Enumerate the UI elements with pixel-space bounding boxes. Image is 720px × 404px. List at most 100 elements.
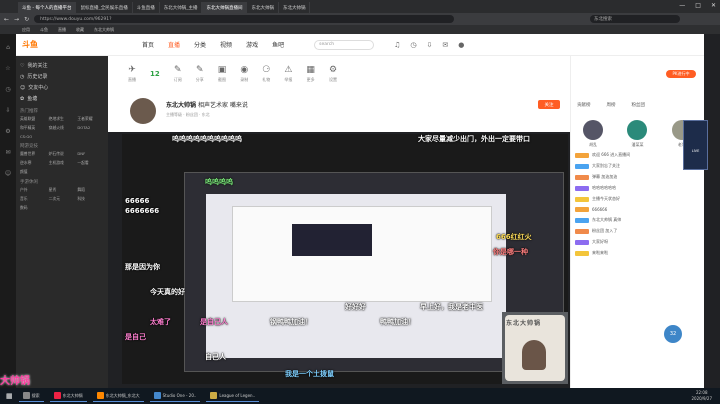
tab-fans[interactable]: 粉丝团: [632, 102, 646, 108]
chat-message[interactable]: 主播今天状态好: [575, 196, 700, 202]
star-icon[interactable]: ☆: [5, 65, 10, 72]
category-link[interactable]: DNF: [77, 151, 104, 157]
message-icon[interactable]: ✉: [442, 41, 448, 49]
tab-week[interactable]: 周榜: [607, 102, 616, 108]
tab-contribution[interactable]: 贡献榜: [577, 102, 591, 108]
browser-search-input[interactable]: 东北搜索: [590, 15, 680, 23]
gear-icon[interactable]: ⚙: [5, 128, 10, 135]
nav-item[interactable]: 视频: [220, 40, 232, 49]
category-link[interactable]: 音乐: [20, 196, 47, 202]
browser-tab[interactable]: 斗鱼 - 每个人的直播平台: [18, 2, 77, 13]
nav-item[interactable]: 直播: [168, 40, 180, 49]
streamer-avatar[interactable]: [130, 98, 156, 124]
category-link[interactable]: 和平精英: [20, 125, 47, 131]
category-link[interactable]: 二次元: [49, 196, 76, 202]
nav-item[interactable]: 游戏: [246, 40, 258, 49]
category-link[interactable]: DOTA2: [77, 125, 104, 131]
download-icon[interactable]: ⇩: [426, 41, 432, 49]
bookmark-item[interactable]: 直播: [58, 27, 66, 33]
browser-tab[interactable]: 东北大帅锅: [279, 2, 311, 13]
category-link[interactable]: 星秀: [49, 187, 76, 193]
toolbar-settings[interactable]: ⚙ 设置: [329, 65, 337, 83]
browser-tab[interactable]: 东北大帅锅: [247, 2, 279, 13]
pk-badge[interactable]: PK进行中: [666, 70, 696, 78]
toolbar-fans[interactable]: 12: [150, 70, 160, 78]
avatar[interactable]: ●: [458, 41, 464, 49]
nav-item[interactable]: 鱼吧: [272, 40, 284, 49]
category-link[interactable]: 英雄联盟: [20, 116, 47, 122]
category-link[interactable]: 户外: [20, 187, 47, 193]
category-link[interactable]: 舞蹈: [77, 187, 104, 193]
url-input[interactable]: https://www.douyu.com/96291?: [34, 15, 455, 23]
download-icon[interactable]: ⇩: [5, 107, 10, 114]
toolbar-report[interactable]: ⚠ 举报: [284, 65, 292, 83]
browser-tab[interactable]: 东北大帅锅直播间: [202, 2, 248, 13]
chat-message[interactable]: 哈哈哈哈哈哈: [575, 185, 700, 191]
nav-item[interactable]: 首页: [142, 40, 154, 49]
windows-icon[interactable]: ▦: [6, 392, 13, 400]
toolbar-gift[interactable]: ⚆ 礼物: [262, 65, 270, 83]
bookmark-item[interactable]: 收藏: [76, 27, 84, 33]
toolbar-record[interactable]: ◉ 录制: [240, 65, 248, 83]
person-icon[interactable]: ☺: [5, 170, 11, 177]
chat-message[interactable]: 东北大帅锅 真帅: [575, 217, 700, 223]
history-icon[interactable]: ◷: [5, 86, 10, 93]
history-icon[interactable]: ◷: [410, 41, 416, 49]
category-link[interactable]: 穿越火线: [49, 125, 76, 131]
maximize-icon[interactable]: □: [695, 2, 701, 9]
browser-tab[interactable]: 鼠标直播_全民娱乐直播: [76, 2, 133, 13]
left-nav-item[interactable]: ◷ 历史记录: [20, 71, 104, 82]
category-link[interactable]: 颜值: [20, 169, 47, 175]
category-link[interactable]: 一起看: [77, 160, 104, 166]
bookmark-item[interactable]: 应用: [22, 27, 30, 33]
chat-message[interactable]: 粉丝团 加入了: [575, 228, 700, 234]
taskbar-item[interactable]: 搜索: [18, 390, 44, 402]
follow-button[interactable]: 关注: [538, 100, 560, 109]
left-nav-item[interactable]: ✿ 鱼塘: [20, 93, 104, 104]
mini-player[interactable]: LIVE: [683, 120, 708, 170]
reload-icon[interactable]: ↻: [24, 16, 29, 23]
toolbar-screenshot[interactable]: ▣ 截图: [218, 65, 227, 83]
category-link[interactable]: CS:GO: [20, 134, 47, 139]
chat-message[interactable]: 大家别忘了关注: [575, 163, 700, 169]
taskbar-item[interactable]: League of Legen..: [206, 390, 260, 402]
chat-icon[interactable]: ✉: [5, 149, 10, 156]
chat-message[interactable]: 弹幕 加油加油: [575, 174, 700, 180]
category-link[interactable]: 魔兽世界: [20, 151, 47, 157]
chat-message[interactable]: 666666: [575, 207, 700, 212]
category-link[interactable]: 科技: [77, 196, 104, 202]
taskbar-item[interactable]: Studio One - 20..: [149, 390, 201, 402]
category-link[interactable]: 逆水寒: [20, 160, 47, 166]
browser-tab[interactable]: 斗鱼直播: [133, 2, 160, 13]
home-icon[interactable]: ⌂: [6, 44, 10, 51]
toolbar-share[interactable]: ✎ 分享: [196, 65, 204, 83]
bookmark-item[interactable]: 斗鱼: [40, 27, 48, 33]
toolbar-subscribe[interactable]: ✎ 订阅: [174, 65, 182, 83]
toolbar-more[interactable]: ▦ 更多: [306, 65, 315, 83]
back-icon[interactable]: ←: [4, 16, 9, 23]
nav-item[interactable]: 分类: [194, 40, 206, 49]
taskbar-item[interactable]: 东北大帅锅: [49, 390, 87, 402]
browser-tab[interactable]: 东北大帅锅_主播: [160, 2, 203, 13]
category-link[interactable]: 绝地求生: [49, 116, 76, 122]
bell-icon[interactable]: ♫: [394, 41, 400, 49]
category-link[interactable]: 主机游戏: [49, 160, 76, 166]
taskbar-item[interactable]: 东北大帅锅_东北大: [92, 390, 144, 402]
close-icon[interactable]: ✕: [711, 2, 716, 9]
rank-item[interactable]: 潘某某: [627, 120, 648, 148]
site-search-input[interactable]: search: [314, 39, 375, 50]
chat-message[interactable]: 欢迎 666 进入直播间: [575, 152, 700, 158]
forward-icon[interactable]: →: [14, 16, 19, 23]
left-nav-item[interactable]: ♡ 我的关注: [20, 60, 104, 71]
chat-message[interactable]: 大家好呀: [575, 239, 700, 245]
category-link[interactable]: 数码: [20, 205, 47, 211]
system-clock[interactable]: 22:08 2020/9/27: [691, 390, 712, 402]
left-nav-item[interactable]: ☺ 交友中心: [20, 82, 104, 93]
bookmark-item[interactable]: 东北大帅锅: [94, 27, 114, 33]
category-link[interactable]: 王者荣耀: [77, 116, 104, 122]
minimize-icon[interactable]: —: [679, 2, 685, 9]
category-link[interactable]: 炉石传说: [49, 151, 76, 157]
streamer-name[interactable]: 东北大帅锅: [166, 102, 196, 109]
progress-badge[interactable]: 32: [664, 325, 682, 343]
site-logo[interactable]: 斗鱼: [22, 39, 142, 50]
